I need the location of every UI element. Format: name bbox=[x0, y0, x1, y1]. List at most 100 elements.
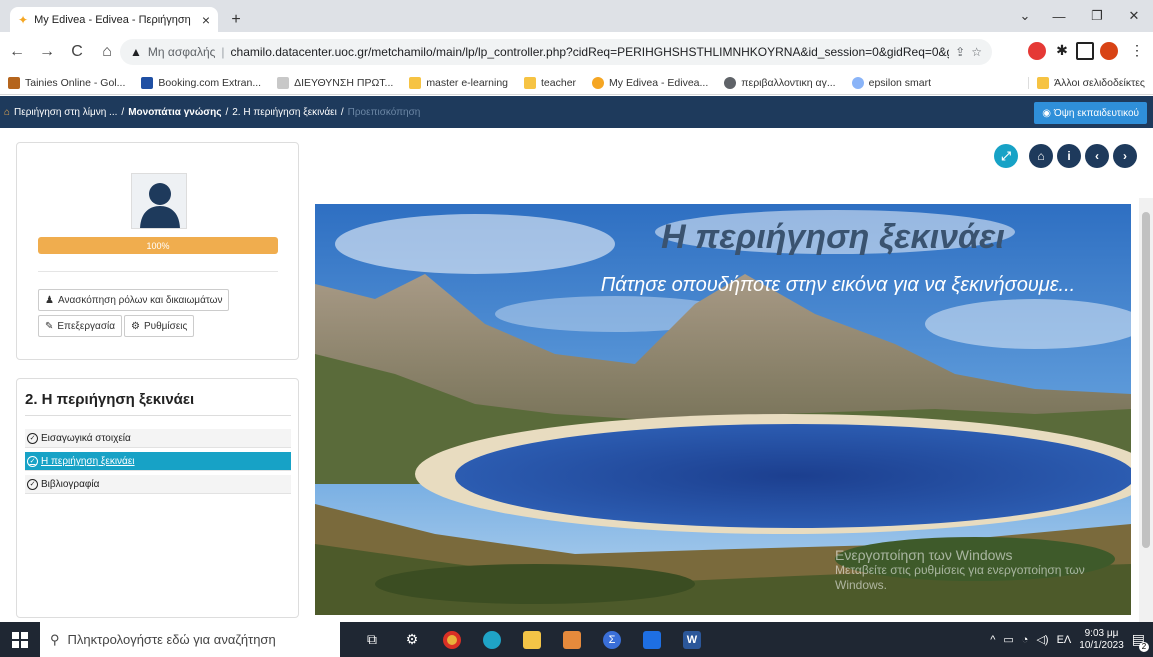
extensions-puzzle-icon[interactable]: ✱ bbox=[1053, 42, 1071, 60]
avatar bbox=[131, 173, 187, 229]
home-icon: ⌂ bbox=[1037, 149, 1045, 163]
bookmark-item[interactable]: My Edivea - Edivea... bbox=[584, 77, 716, 89]
address-bar[interactable]: ▲ Μη ασφαλής | chamilo.datacenter.uoc.gr… bbox=[120, 39, 992, 65]
teacher-view-label: Όψη εκπαιδευτικού bbox=[1053, 107, 1139, 119]
previous-button[interactable]: ‹ bbox=[1085, 144, 1109, 168]
info-icon: i bbox=[1067, 149, 1071, 163]
bookmark-item[interactable]: περιβαλλοντικη αγ... bbox=[716, 77, 843, 89]
bookmark-label: master e-learning bbox=[426, 77, 509, 89]
check-circle-icon: ✓ bbox=[27, 432, 38, 444]
main-content: 100% ♟ Ανασκόπηση ρόλων και δικαιωμάτων … bbox=[0, 128, 1153, 622]
back-button[interactable]: ← bbox=[4, 39, 30, 65]
language-indicator[interactable]: ΕΛ bbox=[1057, 634, 1072, 646]
settings-label: Ρυθμίσεις bbox=[143, 320, 188, 332]
chevron-up-icon[interactable]: ^ bbox=[990, 634, 995, 646]
breadcrumb: ⌂ Περιήγηση στη λίμνη ... / Μονοπάτια γν… bbox=[4, 107, 420, 118]
browser-window: ✦ My Edivea - Edivea - Περιήγηση × + ⌄ —… bbox=[0, 0, 1153, 657]
folder-icon bbox=[1037, 77, 1050, 89]
sidepanel-icon[interactable] bbox=[1076, 42, 1094, 60]
bookmark-item[interactable]: Booking.com Extran... bbox=[133, 77, 269, 89]
notification-count-badge: 2 bbox=[1139, 642, 1149, 652]
app-icon[interactable] bbox=[552, 622, 592, 657]
windows-taskbar: ⚲ Πληκτρολογήστε εδώ για αναζήτηση ⧉ ⚙ Σ… bbox=[0, 622, 1153, 657]
file-explorer-icon[interactable] bbox=[512, 622, 552, 657]
other-bookmarks[interactable]: Άλλοι σελιδοδείκτες bbox=[1028, 77, 1153, 89]
home-button[interactable]: ⌂ bbox=[94, 39, 120, 65]
dropbox-icon[interactable] bbox=[632, 622, 672, 657]
breadcrumb-course[interactable]: Περιήγηση στη λίμνη ... bbox=[14, 107, 117, 118]
home-nav-button[interactable]: ⌂ bbox=[1029, 144, 1053, 168]
toc-item-active[interactable]: ✓ Η περιήγηση ξεκινάει bbox=[25, 452, 291, 471]
word-icon[interactable]: W bbox=[672, 622, 712, 657]
breadcrumb-paths[interactable]: Μονοπάτια γνώσης bbox=[128, 107, 221, 118]
windows-start-button[interactable] bbox=[0, 622, 40, 657]
minimize-button[interactable]: — bbox=[1040, 0, 1078, 32]
chrome-icon[interactable] bbox=[432, 622, 472, 657]
volume-icon[interactable]: ◁) bbox=[1036, 633, 1048, 646]
tab-active[interactable]: ✦ My Edivea - Edivea - Περιήγηση × bbox=[10, 7, 218, 32]
notifications-button[interactable]: ▤ 2 bbox=[1132, 631, 1149, 652]
windows-activation-watermark: Ενεργοποίηση των Windows Μεταβείτε στις … bbox=[835, 548, 1125, 593]
network-icon[interactable]: ▭ bbox=[1003, 633, 1013, 646]
maximize-button[interactable]: ❐ bbox=[1078, 0, 1116, 32]
clock[interactable]: 9:03 μμ 10/1/2023 bbox=[1079, 628, 1124, 652]
progress-label: 100% bbox=[146, 240, 170, 251]
teacher-view-button[interactable]: ◉ Όψη εκπαιδευτικού bbox=[1034, 102, 1147, 124]
profile-panel: 100% ♟ Ανασκόπηση ρόλων και δικαιωμάτων … bbox=[16, 142, 299, 360]
roles-review-button[interactable]: ♟ Ανασκόπηση ρόλων και δικαιωμάτων bbox=[38, 289, 230, 311]
globe-icon bbox=[724, 77, 737, 89]
toc-item[interactable]: ✓ Εισαγωγικά στοιχεία bbox=[25, 429, 291, 448]
reload-button[interactable]: C bbox=[64, 39, 90, 65]
toc-item-label: Η περιήγηση ξεκινάει bbox=[41, 455, 135, 467]
adblock-extension-icon[interactable] bbox=[1028, 42, 1046, 60]
toc-item-label: Βιβλιογραφία bbox=[41, 478, 100, 490]
bookmark-label: περιβαλλοντικη αγ... bbox=[741, 77, 836, 89]
expand-arrows-icon: ⤢ bbox=[1001, 148, 1011, 163]
sigma-app-icon[interactable]: Σ bbox=[592, 622, 632, 657]
bookmark-item[interactable]: epsilon smart bbox=[844, 77, 939, 89]
bookmark-star-icon[interactable]: ☆ bbox=[971, 45, 982, 59]
eye-icon: ◉ bbox=[1042, 107, 1051, 119]
scrollbar-thumb[interactable] bbox=[1142, 212, 1150, 548]
bookmark-label: teacher bbox=[541, 77, 577, 89]
close-window-button[interactable]: ✕ bbox=[1115, 0, 1153, 32]
page-scrollbar[interactable] bbox=[1139, 198, 1153, 622]
lesson-slide[interactable]: Η περιήγηση ξεκινάει Πάτησε οπουδήποτε σ… bbox=[315, 204, 1131, 615]
new-tab-button[interactable]: + bbox=[226, 10, 246, 30]
bookmark-item[interactable]: teacher bbox=[516, 77, 584, 89]
edge-icon[interactable] bbox=[472, 622, 512, 657]
tab-close-icon[interactable]: × bbox=[202, 12, 210, 28]
settings-button[interactable]: ⚙ Ρυθμίσεις bbox=[124, 315, 195, 337]
wifi-icon[interactable]: ◔ bbox=[1022, 634, 1029, 646]
fullscreen-button[interactable]: ⤢ bbox=[994, 144, 1018, 168]
info-button[interactable]: i bbox=[1057, 144, 1081, 168]
share-icon[interactable]: ⇪ bbox=[955, 45, 965, 59]
bookmark-item[interactable]: master e-learning bbox=[401, 77, 516, 89]
next-button[interactable]: › bbox=[1113, 144, 1137, 168]
settings-gear-icon[interactable]: ⚙ bbox=[392, 622, 432, 657]
toc-item[interactable]: ✓ Βιβλιογραφία bbox=[25, 475, 291, 494]
pencil-icon: ✎ bbox=[45, 320, 54, 332]
bookmark-label: My Edivea - Edivea... bbox=[609, 77, 709, 89]
breadcrumb-separator: / bbox=[225, 106, 229, 118]
slide-subtitle: Πάτησε οπουδήποτε στην εικόνα για να ξεκ… bbox=[600, 274, 1076, 296]
bookmark-item[interactable]: Tainies Online - Gol... bbox=[0, 77, 133, 89]
task-view-icon[interactable]: ⧉ bbox=[352, 622, 392, 657]
menu-kebab-icon[interactable]: ⋮ bbox=[1128, 42, 1146, 60]
breadcrumb-lesson[interactable]: 2. Η περιήγηση ξεκινάει bbox=[232, 107, 337, 118]
profile-avatar[interactable] bbox=[1100, 42, 1118, 60]
clock-date: 10/1/2023 bbox=[1079, 639, 1124, 651]
system-tray: ^ ▭ ◔ ◁) ΕΛ 9:03 μμ 10/1/2023 ▤ 2 bbox=[990, 622, 1153, 657]
warning-icon: ▲ bbox=[130, 45, 142, 59]
forward-button[interactable]: → bbox=[34, 39, 60, 65]
bookmarks-bar: Tainies Online - Gol... Booking.com Extr… bbox=[0, 72, 1153, 95]
breadcrumb-preview: Προεπισκόπηση bbox=[347, 106, 421, 118]
bookmark-favicon-icon bbox=[141, 77, 154, 89]
taskbar-search-box[interactable]: ⚲ Πληκτρολογήστε εδώ για αναζήτηση bbox=[40, 622, 340, 657]
edit-button[interactable]: ✎ Επεξεργασία bbox=[38, 315, 122, 337]
bookmark-item[interactable]: ΔΙΕΥΘΥΝΣΗ ΠΡΩΤ... bbox=[269, 77, 401, 89]
tab-search-chevron-icon[interactable]: ⌄ bbox=[1006, 0, 1044, 32]
gear-icon: ⚙ bbox=[131, 320, 140, 332]
windows-logo-icon bbox=[12, 631, 28, 648]
roles-review-label: Ανασκόπηση ρόλων και δικαιωμάτων bbox=[57, 294, 223, 306]
